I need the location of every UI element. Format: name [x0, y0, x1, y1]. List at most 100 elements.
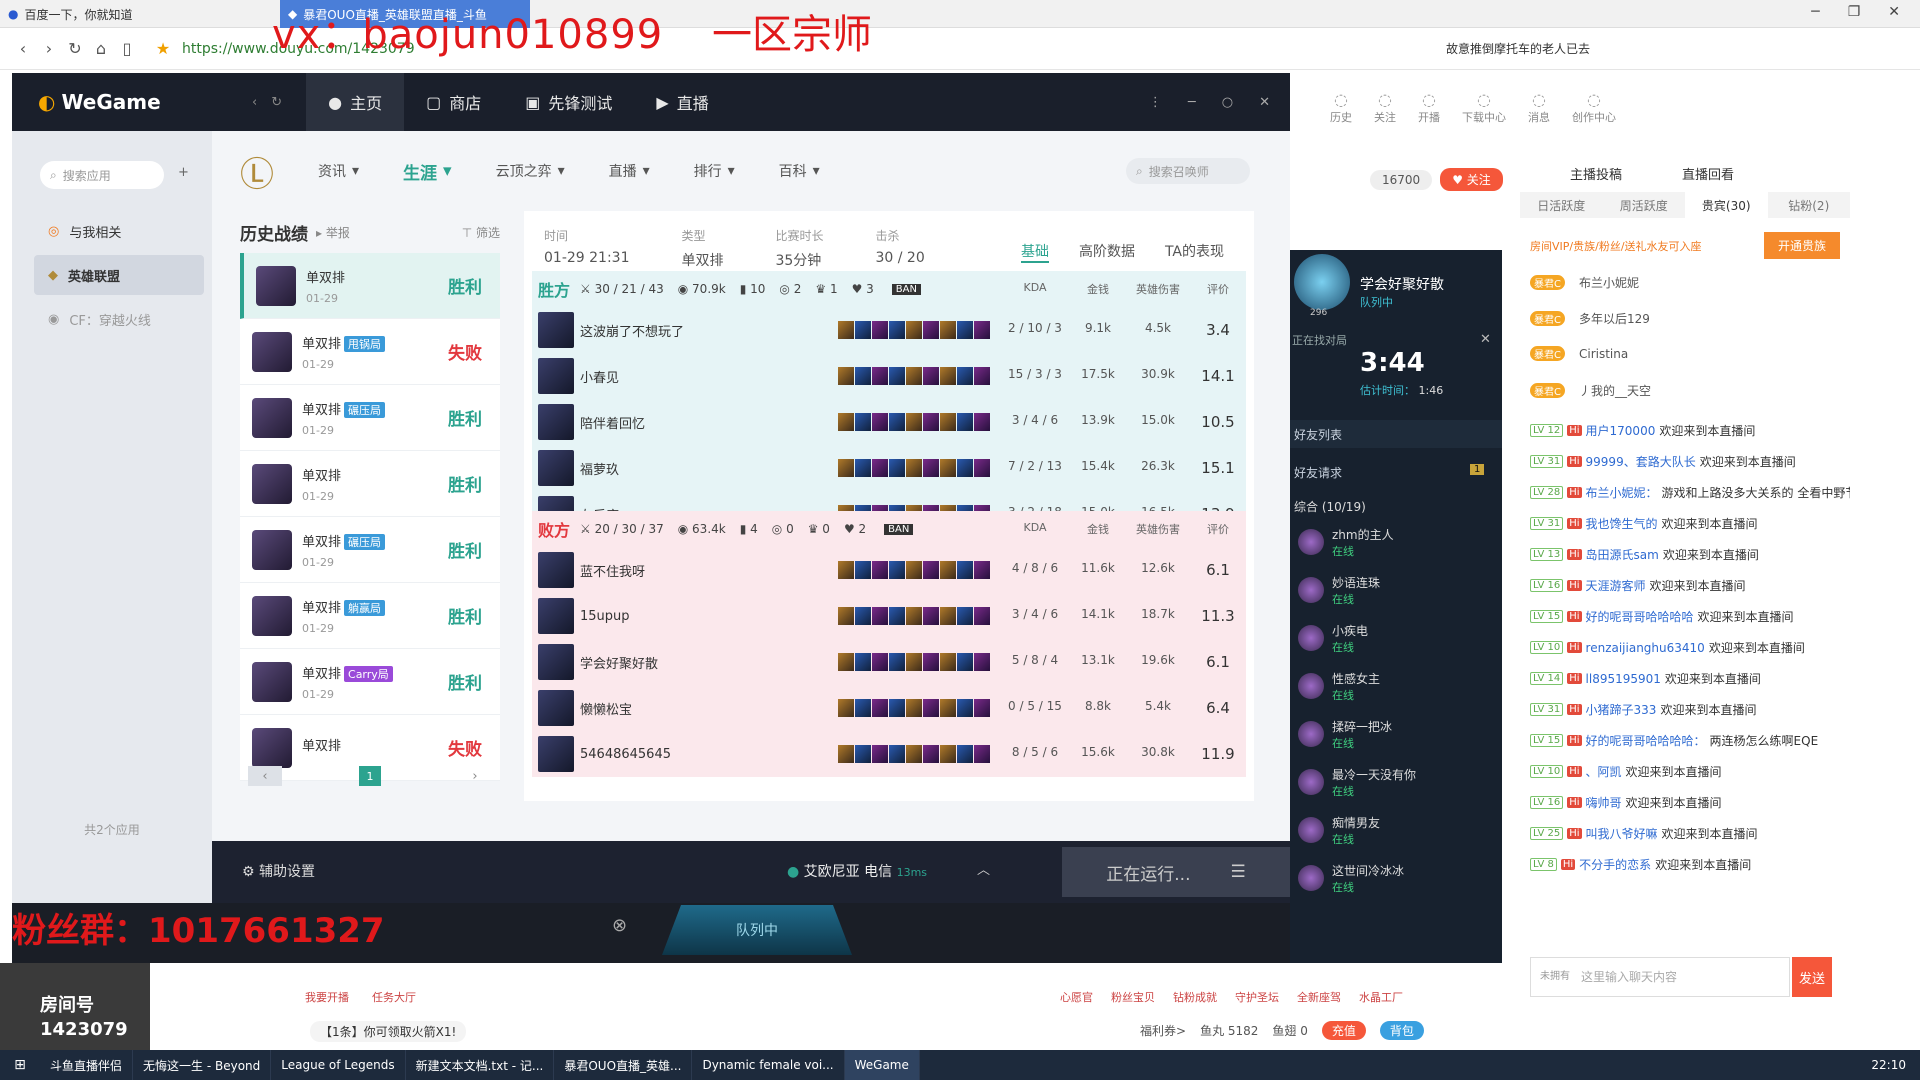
tab-live[interactable]: ▶ 直播: [634, 73, 730, 131]
friend-item[interactable]: 小疾电 在线: [1290, 614, 1502, 662]
gift-item[interactable]: 守护圣坛: [1235, 989, 1279, 1005]
page-number[interactable]: 1: [359, 766, 381, 786]
tab-store[interactable]: ▢ 商店: [404, 73, 503, 131]
send-button[interactable]: 发送: [1792, 957, 1832, 997]
history-row[interactable]: 单双排 躺赢局 01-29 胜利: [240, 583, 500, 649]
chat-username[interactable]: 嗨帅哥: [1586, 794, 1622, 811]
star-icon[interactable]: ★: [150, 36, 176, 62]
taskbar-item[interactable]: 无悔这一生 - Beyond: [133, 1050, 272, 1080]
player-name[interactable]: 蓝不住我呀: [580, 561, 740, 580]
chat-tab[interactable]: 周活跃度: [1603, 192, 1686, 218]
start-live-button[interactable]: 我要开播: [305, 989, 349, 1005]
chat-username[interactable]: 小猪蹄子333: [1586, 701, 1657, 718]
friend-item[interactable]: 揉碎一把冰 在线: [1290, 710, 1502, 758]
sidebar-item-related[interactable]: ◎ 与我相关: [34, 211, 204, 251]
header-nav-item[interactable]: ◌ 创作中心: [1572, 90, 1616, 125]
minimize-icon[interactable]: ─: [1188, 95, 1196, 110]
friend-item[interactable]: 最冷一天没有你 在线: [1290, 758, 1502, 806]
chat-username[interactable]: 我也馋生气的: [1586, 515, 1658, 532]
header-nav-item[interactable]: ◌ 开播: [1418, 90, 1440, 125]
reload-icon[interactable]: ↻: [62, 36, 88, 62]
taskbar-item[interactable]: 新建文本文档.txt - 记...: [406, 1050, 555, 1080]
player-row[interactable]: 54648645645 8 / 5 / 6 15.6k 30.8k 11.9: [532, 731, 1246, 777]
tab-performance[interactable]: TA的表现: [1165, 241, 1224, 263]
chat-username[interactable]: 用户170000: [1586, 422, 1656, 439]
summoner-search-input[interactable]: ⌕ 搜索召唤师: [1126, 158, 1250, 184]
close-icon[interactable]: ✕: [1888, 4, 1900, 20]
menu-icon[interactable]: ⋮: [1149, 95, 1162, 110]
lol-nav-career[interactable]: 生涯 ▾: [403, 159, 452, 184]
notice-text[interactable]: 【1条】你可领取火箭X1!: [310, 1021, 467, 1042]
chat-username[interactable]: 叫我八爷好嘛: [1586, 825, 1658, 842]
chat-tab[interactable]: 贵宾(30): [1685, 192, 1768, 218]
history-row[interactable]: 单双排 甩锅局 01-29 失败: [240, 319, 500, 385]
fuli-link[interactable]: 福利券>: [1140, 1022, 1186, 1039]
friend-item[interactable]: 痴情男友 在线: [1290, 806, 1502, 854]
back-icon[interactable]: ‹: [252, 95, 257, 110]
chat-tab[interactable]: 钻粉(2): [1768, 192, 1851, 218]
task-hall-button[interactable]: 任务大厅: [372, 989, 416, 1005]
history-row[interactable]: 单双排 碾压局 01-29 胜利: [240, 517, 500, 583]
forward-icon[interactable]: ›: [36, 36, 62, 62]
header-nav-item[interactable]: ◌ 关注: [1374, 90, 1396, 125]
chat-username[interactable]: renzaijianghu63410: [1586, 641, 1705, 655]
header-nav-item[interactable]: ◌ 下载中心: [1462, 90, 1506, 125]
replay-link[interactable]: 直播回看: [1682, 164, 1734, 183]
follow-button[interactable]: ♥ 关注: [1440, 168, 1503, 191]
next-page-button[interactable]: ›: [458, 766, 492, 786]
player-row[interactable]: 蓝不住我呀 4 / 8 / 6 11.6k 12.6k 6.1: [532, 547, 1246, 593]
chat-username[interactable]: 不分手的恋系: [1579, 856, 1651, 873]
player-row[interactable]: 这波崩了不想玩了 2 / 10 / 3 9.1k 4.5k 3.4: [532, 307, 1246, 353]
player-name[interactable]: 陪伴着回忆: [580, 413, 740, 432]
chat-username[interactable]: 布兰小妮妮：: [1586, 484, 1658, 501]
chat-username[interactable]: 岛田源氏sam: [1586, 546, 1659, 563]
player-name[interactable]: 54648645645: [580, 747, 740, 762]
hamburger-icon[interactable]: ☰: [1230, 862, 1245, 882]
tab-pioneer[interactable]: ▣ 先锋测试: [503, 73, 634, 131]
sidebar-item-cf[interactable]: ◉ CF：穿越火线: [34, 299, 204, 339]
report-link[interactable]: ▸ 举报: [316, 224, 350, 241]
gift-item[interactable]: 心愿官: [1060, 989, 1093, 1005]
browser-tab[interactable]: ● 百度一下，你就知道: [0, 0, 280, 28]
player-name[interactable]: 小春见: [580, 367, 740, 386]
taskbar-item[interactable]: Dynamic female voi...: [692, 1050, 845, 1080]
chat-username[interactable]: 好的呢哥哥哈哈哈哈：: [1586, 732, 1706, 749]
gift-item[interactable]: 水晶工厂: [1359, 989, 1403, 1005]
history-row[interactable]: 单双排 Carry局 01-29 胜利: [240, 649, 500, 715]
maximize-icon[interactable]: ○: [1222, 95, 1233, 110]
header-nav-item[interactable]: ◌ 历史: [1330, 90, 1352, 125]
friend-group[interactable]: 综合 (10/19): [1294, 498, 1366, 515]
add-icon[interactable]: +: [178, 165, 189, 180]
chat-username[interactable]: 、阿凯: [1586, 763, 1622, 780]
player-row[interactable]: 福萝玖 7 / 2 / 13 15.4k 26.3k 15.1: [532, 445, 1246, 491]
player-row[interactable]: 学会好聚好散 5 / 8 / 4 13.1k 19.6k 6.1: [532, 639, 1246, 685]
lol-nav-rank[interactable]: 排行 ▾: [694, 161, 735, 181]
filter-button[interactable]: ⊤ 筛选: [462, 224, 500, 241]
taskbar-item[interactable]: 暴君OUO直播_英雄...: [554, 1050, 693, 1080]
reader-icon[interactable]: ▯: [114, 36, 140, 62]
gift-item[interactable]: 粉丝宝贝: [1111, 989, 1155, 1005]
lol-nav-live[interactable]: 直播 ▾: [609, 161, 650, 181]
friend-item[interactable]: 这世间冷冰冰 在线: [1290, 854, 1502, 902]
chat-username[interactable]: 好的呢哥哥哈哈哈哈: [1586, 608, 1694, 625]
open-noble-button[interactable]: 开通贵族: [1764, 232, 1841, 259]
taskbar-item[interactable]: WeGame: [844, 1050, 920, 1080]
tab-basic[interactable]: 基础: [1020, 241, 1049, 263]
chat-tab[interactable]: 日活跃度: [1520, 192, 1603, 218]
player-name[interactable]: 15upup: [580, 609, 740, 624]
history-row[interactable]: 单双排 碾压局 01-29 胜利: [240, 385, 500, 451]
player-name[interactable]: 学会好聚好散: [580, 653, 740, 672]
home-icon[interactable]: ⌂: [88, 36, 114, 62]
friend-item[interactable]: 妙语连珠 在线: [1290, 566, 1502, 614]
header-nav-item[interactable]: ◌ 消息: [1528, 90, 1550, 125]
friend-item[interactable]: 性感女主 在线: [1290, 662, 1502, 710]
vip-seat[interactable]: 暴君C Ciristina: [1530, 346, 1850, 361]
vip-seat[interactable]: 暴君C 丿我的__天空: [1530, 382, 1850, 399]
history-row[interactable]: 单双排 01-29 胜利: [240, 253, 500, 319]
tab-advanced[interactable]: 高阶数据: [1079, 241, 1135, 263]
friend-requests[interactable]: 好友请求: [1294, 464, 1342, 481]
chat-username[interactable]: ll895195901: [1586, 672, 1661, 686]
player-name[interactable]: 懒懒松宝: [580, 699, 740, 718]
maximize-icon[interactable]: ❐: [1848, 4, 1861, 20]
minimize-icon[interactable]: ─: [1811, 4, 1819, 20]
